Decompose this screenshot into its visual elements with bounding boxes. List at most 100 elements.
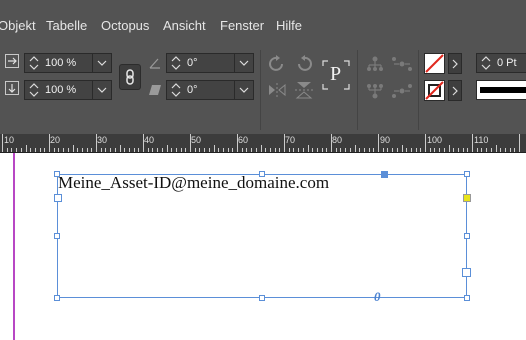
ruler-tick — [462, 148, 464, 152]
ruler-tick — [453, 148, 455, 152]
scale-x-value: 100 % — [45, 57, 77, 69]
ruler-tick — [406, 148, 408, 152]
ruler-tick — [396, 148, 398, 152]
stepper-icon[interactable] — [169, 55, 183, 71]
ruler-tick — [39, 148, 41, 152]
ruler-tick — [222, 148, 224, 152]
rotate-value: 0° — [187, 57, 198, 69]
ruler-label: 60 — [238, 135, 249, 145]
shear-field[interactable]: 0° — [166, 80, 254, 100]
stroke-line-preview — [480, 87, 526, 93]
margin-guide — [13, 153, 15, 340]
ruler-tick — [335, 148, 337, 152]
ruler-label: 70 — [285, 135, 296, 145]
ruler-tick — [86, 148, 88, 152]
out-port[interactable] — [462, 268, 471, 277]
fill-swatch[interactable] — [424, 53, 445, 74]
scale-x-field[interactable]: 100 % — [24, 53, 112, 73]
stepper-icon[interactable] — [169, 82, 183, 98]
rotate-counterclockwise-icon[interactable] — [294, 54, 314, 74]
rotate-clockwise-icon[interactable] — [267, 54, 287, 74]
menu-ansicht[interactable]: Ansicht — [163, 18, 206, 33]
ruler-tick — [476, 148, 478, 152]
ruler-tick — [105, 148, 107, 152]
ruler-label: 40 — [144, 135, 155, 145]
ruler-tick — [96, 134, 97, 152]
chevron-down-icon[interactable] — [92, 54, 111, 72]
ruler-tick — [194, 148, 196, 152]
handle-bottom-right[interactable] — [464, 295, 470, 301]
chain-link-icon[interactable] — [119, 64, 141, 90]
ruler-tick — [359, 148, 361, 152]
reference-point-button[interactable]: P — [322, 60, 350, 90]
fill-menu-button[interactable] — [448, 53, 462, 74]
ruler-tick — [302, 148, 304, 152]
menu-tabelle[interactable]: Tabelle — [46, 18, 87, 33]
handle-top-center[interactable] — [259, 171, 265, 177]
ruler-tick — [354, 145, 356, 152]
handle-top-left[interactable] — [54, 171, 60, 177]
handle-top-right[interactable] — [464, 171, 470, 177]
flip-horizontal-icon[interactable] — [267, 82, 287, 98]
ruler-tick — [448, 145, 450, 152]
stepper-icon[interactable] — [27, 55, 41, 71]
stepper-icon[interactable] — [27, 82, 41, 98]
scale-y-field[interactable]: 100 % — [24, 80, 112, 100]
ruler-tick — [467, 148, 469, 152]
ruler-tick — [420, 148, 422, 152]
select-container-icon[interactable] — [366, 56, 384, 72]
chevron-down-icon[interactable] — [92, 81, 111, 99]
ruler-tick — [260, 145, 262, 152]
ruler-tick — [326, 148, 328, 152]
rotate-field[interactable]: 0° — [166, 53, 254, 73]
ruler-tick — [166, 145, 168, 152]
select-previous-icon[interactable] — [366, 83, 384, 99]
ruler-tick — [321, 148, 323, 152]
ruler-tick — [425, 134, 426, 152]
handle-bottom-left[interactable] — [54, 295, 60, 301]
chevron-down-icon[interactable] — [234, 81, 253, 99]
menu-objekt[interactable]: Objekt — [0, 18, 36, 33]
ruler-tick — [415, 148, 417, 152]
flip-vertical-icon[interactable] — [294, 80, 314, 100]
ruler-tick — [509, 148, 511, 152]
corner-effect-handle[interactable] — [463, 194, 471, 202]
ruler-tick — [382, 148, 384, 152]
anchored-object-marker[interactable] — [381, 171, 388, 178]
stroke-menu-button[interactable] — [448, 80, 462, 101]
ruler-tick — [49, 134, 50, 152]
paragraph-glyph: P — [330, 63, 342, 85]
in-port[interactable] — [54, 194, 62, 202]
ruler-tick — [519, 134, 520, 152]
stroke-type-dropdown[interactable] — [476, 80, 526, 100]
ruler-tick — [293, 148, 295, 152]
ruler-tick — [349, 148, 351, 152]
stroke-swatch[interactable] — [424, 80, 445, 101]
stroke-weight-field[interactable]: 0 Pt — [476, 53, 526, 73]
handle-bottom-center[interactable] — [259, 295, 265, 301]
select-content-icon[interactable] — [392, 56, 412, 72]
chevron-down-icon[interactable] — [234, 54, 253, 72]
ruler-tick — [246, 148, 248, 152]
ruler-tick — [34, 148, 36, 152]
ruler-label: 20 — [50, 135, 61, 145]
ruler-tick — [30, 148, 32, 152]
shear-angle-icon — [149, 85, 161, 95]
scale-x-icon — [5, 54, 19, 68]
menu-octopus[interactable]: Octopus — [101, 18, 149, 33]
ruler-tick — [284, 134, 285, 152]
stepper-icon[interactable] — [479, 55, 493, 71]
ruler-label: 90 — [380, 135, 391, 145]
ruler-tick — [298, 148, 300, 152]
handle-middle-left[interactable] — [54, 233, 60, 239]
frame-text[interactable]: Meine_Asset-ID@meine_domaine.com — [58, 173, 329, 193]
select-next-icon[interactable] — [392, 83, 412, 99]
ruler-label: 80 — [332, 135, 343, 145]
handle-middle-right[interactable] — [464, 233, 470, 239]
menu-hilfe[interactable]: Hilfe — [276, 18, 302, 33]
horizontal-ruler[interactable]: 10 20 30 40 50 60 70 80 90 100 110 — [0, 134, 526, 153]
ruler-tick — [472, 134, 473, 152]
menu-fenster[interactable]: Fenster — [220, 18, 264, 33]
ruler-tick — [138, 148, 140, 152]
ruler-tick — [133, 148, 135, 152]
